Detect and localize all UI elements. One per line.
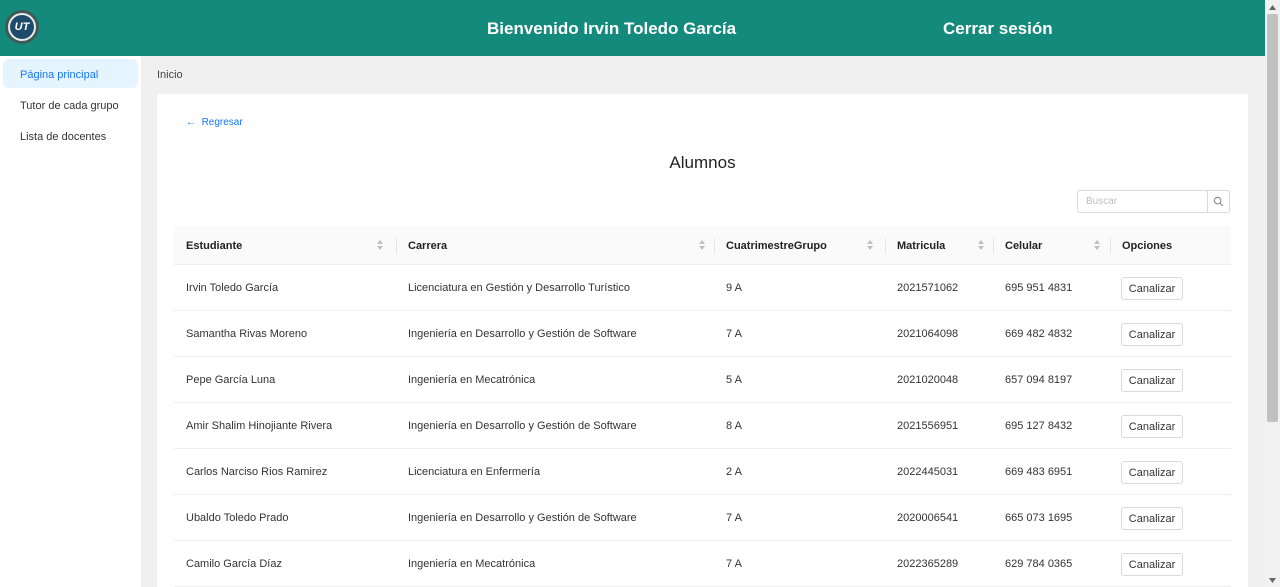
search-input[interactable] xyxy=(1078,191,1207,212)
canalizar-button[interactable]: Canalizar xyxy=(1121,507,1183,530)
table-row: Irvin Toledo García Licenciatura en Gest… xyxy=(174,265,1231,311)
cell-celular: 695 127 8432 xyxy=(1005,420,1073,432)
column-header-label: Estudiante xyxy=(186,240,243,252)
table-row: Samantha Rivas Moreno Ingeniería en Desa… xyxy=(174,311,1231,357)
cell-estudiante: Camilo García Díaz xyxy=(186,558,282,570)
table-row: Carlos Narciso Rios Ramirez Licenciatura… xyxy=(174,449,1231,495)
column-header-celular[interactable]: Celular xyxy=(993,226,1110,265)
content-card: ← Regresar Alumnos Estudiante Carrera xyxy=(157,94,1248,587)
column-header-matricula[interactable]: Matricula xyxy=(885,226,993,265)
cell-carrera: Ingeniería en Desarrollo y Gestión de So… xyxy=(408,512,637,524)
cell-matricula: 2021064098 xyxy=(897,328,959,340)
cell-estudiante: Irvin Toledo García xyxy=(186,282,279,294)
cell-cuatrimestre-grupo: 2 A xyxy=(726,466,742,478)
arrow-left-icon: ← xyxy=(186,117,196,128)
cell-celular: 695 951 4831 xyxy=(1005,282,1073,294)
cell-estudiante: Pepe García Luna xyxy=(186,374,276,386)
cell-carrera: Ingeniería en Desarrollo y Gestión de So… xyxy=(408,420,637,432)
scroll-up-arrow-icon[interactable] xyxy=(1265,0,1280,14)
cell-estudiante: Amir Shalim Hinojiante Rivera xyxy=(186,420,333,432)
sidebar-item-pagina-principal[interactable]: Página principal xyxy=(3,59,138,88)
table-row: Amir Shalim Hinojiante Rivera Ingeniería… xyxy=(174,403,1231,449)
cell-celular: 669 482 4832 xyxy=(1005,328,1073,340)
table-row: Ubaldo Toledo Prado Ingeniería en Desarr… xyxy=(174,495,1231,541)
cell-carrera: Licenciatura en Gestión y Desarrollo Tur… xyxy=(408,282,630,294)
cell-carrera: Ingeniería en Desarrollo y Gestión de So… xyxy=(408,328,637,340)
cell-celular: 669 483 6951 xyxy=(1005,466,1073,478)
cell-estudiante: Ubaldo Toledo Prado xyxy=(186,512,289,524)
canalizar-button[interactable]: Canalizar xyxy=(1121,461,1183,484)
vertical-scrollbar[interactable] xyxy=(1265,0,1280,587)
cell-matricula: 2020006541 xyxy=(897,512,959,524)
table-row: Pepe García Luna Ingeniería en Mecatróni… xyxy=(174,357,1231,403)
cell-carrera: Ingeniería en Mecatrónica xyxy=(408,558,536,570)
cell-cuatrimestre-grupo: 8 A xyxy=(726,420,742,432)
canalizar-button[interactable]: Canalizar xyxy=(1121,277,1183,300)
logout-button[interactable]: Cerrar sesión xyxy=(943,19,1053,39)
logo-mark: UT xyxy=(10,15,34,39)
students-table: Estudiante Carrera CuatrimestreGrupo Mat… xyxy=(174,226,1231,587)
cell-cuatrimestre-grupo: 9 A xyxy=(726,282,742,294)
scroll-down-arrow-icon[interactable] xyxy=(1265,573,1280,587)
sort-icon xyxy=(377,240,383,250)
top-header: UT Bienvenido Irvin Toledo García Cerrar… xyxy=(0,0,1265,56)
cell-carrera: Licenciatura en Enfermería xyxy=(408,466,541,478)
cell-cuatrimestre-grupo: 7 A xyxy=(726,512,742,524)
cell-matricula: 2021556951 xyxy=(897,420,959,432)
ut-logo[interactable]: UT xyxy=(5,10,39,44)
column-header-carrera[interactable]: Carrera xyxy=(396,226,714,265)
search-icon xyxy=(1213,196,1224,207)
cell-estudiante: Samantha Rivas Moreno xyxy=(186,328,308,340)
column-header-label: Matricula xyxy=(897,240,946,252)
sidebar-item-lista-de-docentes[interactable]: Lista de docentes xyxy=(3,121,138,150)
sort-icon xyxy=(978,240,984,250)
sort-icon xyxy=(867,240,873,250)
column-header-estudiante[interactable]: Estudiante xyxy=(174,226,396,265)
cell-estudiante: Carlos Narciso Rios Ramirez xyxy=(186,466,328,478)
cell-celular: 657 094 8197 xyxy=(1005,374,1073,386)
table-row: Camilo García Díaz Ingeniería en Mecatró… xyxy=(174,541,1231,587)
canalizar-button[interactable]: Canalizar xyxy=(1121,323,1183,346)
canalizar-button[interactable]: Canalizar xyxy=(1121,415,1183,438)
sort-icon xyxy=(699,240,705,250)
search-box xyxy=(1077,190,1230,213)
column-header-label: Celular xyxy=(1005,240,1043,252)
column-header-label: Carrera xyxy=(408,240,448,252)
back-label: Regresar xyxy=(201,117,243,128)
column-header-cuatrimestregrupo[interactable]: CuatrimestreGrupo xyxy=(714,226,885,265)
cell-cuatrimestre-grupo: 7 A xyxy=(726,558,742,570)
column-header-opciones: Opciones xyxy=(1122,240,1173,252)
cell-matricula: 2021571062 xyxy=(897,282,959,294)
sidebar: Página principal Tutor de cada grupo Lis… xyxy=(0,56,141,587)
cell-celular: 665 073 1695 xyxy=(1005,512,1073,524)
cell-matricula: 2022445031 xyxy=(897,466,959,478)
sidebar-item-tutor-de-cada-grupo[interactable]: Tutor de cada grupo xyxy=(3,90,138,119)
canalizar-button[interactable]: Canalizar xyxy=(1121,553,1183,576)
cell-celular: 629 784 0365 xyxy=(1005,558,1073,570)
cell-matricula: 2022365289 xyxy=(897,558,959,570)
table-header: Estudiante Carrera CuatrimestreGrupo Mat… xyxy=(174,226,1231,265)
back-link[interactable]: ← Regresar xyxy=(186,117,243,128)
sort-icon xyxy=(1094,240,1100,250)
canalizar-button[interactable]: Canalizar xyxy=(1121,369,1183,392)
page-title: Alumnos xyxy=(669,153,736,172)
column-header-label: CuatrimestreGrupo xyxy=(726,240,827,252)
welcome-text: Bienvenido Irvin Toledo García xyxy=(487,19,737,38)
cell-cuatrimestre-grupo: 5 A xyxy=(726,374,742,386)
cell-cuatrimestre-grupo: 7 A xyxy=(726,328,742,340)
search-button[interactable] xyxy=(1207,191,1229,212)
scrollbar-thumb[interactable] xyxy=(1267,14,1278,422)
cell-carrera: Ingeniería en Mecatrónica xyxy=(408,374,536,386)
cell-matricula: 2021020048 xyxy=(897,374,959,386)
breadcrumb[interactable]: Inicio xyxy=(157,69,183,81)
